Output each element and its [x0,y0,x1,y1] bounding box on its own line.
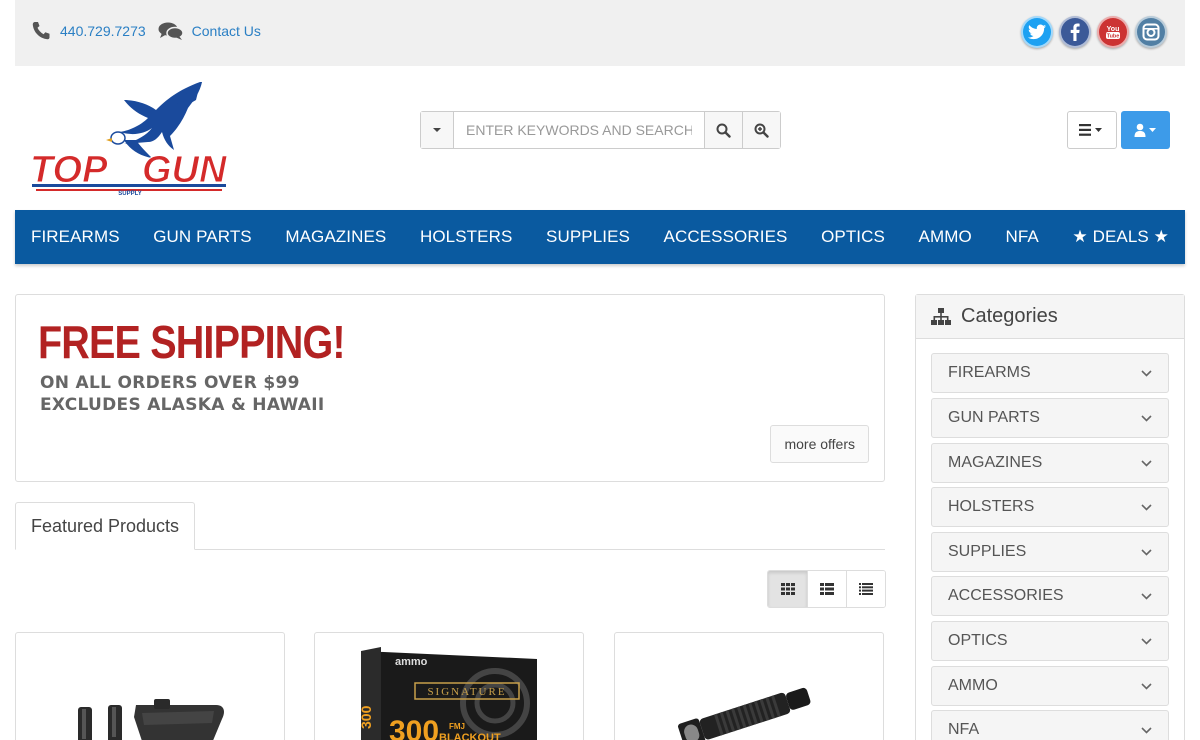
svg-text:Tube: Tube [1107,34,1120,40]
categories-header: Categories [916,295,1184,339]
user-icon [1134,123,1156,137]
contact-us-link[interactable]: Contact Us [192,23,261,39]
nav-optics[interactable]: OPTICS [821,227,885,247]
youtube-icon[interactable]: You Tube [1097,16,1129,48]
social-links: You Tube [1021,16,1167,48]
search-input[interactable] [454,112,704,148]
phone-link[interactable]: 440.729.7273 [60,23,146,39]
compact-list-button[interactable] [846,571,885,607]
flashlight-product-image [678,687,811,740]
free-shipping-banner[interactable]: FREE SHIPPING! ON ALL ORDERS OVER $99 EX… [15,294,885,482]
main-navigation: FIREARMS GUN PARTS MAGAZINES HOLSTERS SU… [15,210,1185,264]
category-label: AMMO [948,677,998,694]
banner-headline: FREE SHIPPING! [38,316,346,368]
hamburger-icon [1079,124,1102,136]
category-firearms[interactable]: FIREARMS [931,353,1169,393]
list-view-button[interactable] [807,571,846,607]
chevron-down-icon [1141,414,1152,422]
grid-view-button[interactable] [768,571,807,607]
twitter-icon[interactable] [1021,16,1053,48]
category-label: MAGAZINES [948,454,1043,471]
category-ammo[interactable]: AMMO [931,666,1169,706]
category-holsters[interactable]: HOLSTERS [931,487,1169,527]
category-supplies[interactable]: SUPPLIES [931,532,1169,572]
category-gun-parts[interactable]: GUN PARTS [931,398,1169,438]
sitemap-icon [931,307,951,325]
category-label: NFA [948,721,980,738]
category-label: SUPPLIES [948,543,1027,560]
view-toggle [767,570,886,608]
chevron-down-icon [1141,459,1152,467]
category-nfa[interactable]: NFA [931,710,1169,740]
product-card-holster[interactable] [15,632,285,740]
svg-text:ammo: ammo [395,656,428,668]
nav-accessories[interactable]: ACCESSORIES [664,227,788,247]
tab-featured-products[interactable]: Featured Products [15,502,195,550]
svg-text:You: You [1107,26,1120,33]
nav-firearms[interactable]: FIREARMS [31,227,120,247]
svg-text:300: 300 [389,715,439,740]
zoom-in-icon [754,123,769,138]
chevron-down-icon [1141,548,1152,556]
facebook-icon[interactable] [1059,16,1091,48]
compact-list-icon [859,583,873,595]
category-label: HOLSTERS [948,498,1035,515]
category-label: ACCESSORIES [948,587,1064,604]
category-label: FIREARMS [948,364,1031,381]
svg-text:SIGNATURE: SIGNATURE [427,686,506,698]
list-icon [820,583,834,595]
nav-ammo[interactable]: AMMO [919,227,972,247]
advanced-search-button[interactable] [742,112,780,148]
search-bar [420,111,781,149]
product-tabs: Featured Products [15,502,885,550]
contact-info: 440.729.7273 Contact Us [30,20,261,42]
product-card-ammo[interactable]: ammo SIGNATURE 300 FMJ BLACKOUT 300 [314,632,584,740]
banner-line-2: EXCLUDES ALASKA & HAWAII [40,395,325,415]
nav-gun-parts[interactable]: GUN PARTS [153,227,252,247]
category-magazines[interactable]: MAGAZINES [931,443,1169,483]
nav-supplies[interactable]: SUPPLIES [546,227,630,247]
phone-icon [30,20,52,42]
svg-text:BLACKOUT: BLACKOUT [439,732,501,740]
chevron-down-icon [1141,682,1152,690]
nav-magazines[interactable]: MAGAZINES [285,227,386,247]
caret-down-icon [433,128,441,132]
product-card-flashlight[interactable] [614,632,884,740]
chevron-down-icon [1141,503,1152,511]
nav-nfa[interactable]: NFA [1005,227,1038,247]
chevron-down-icon [1141,726,1152,734]
category-optics[interactable]: OPTICS [931,621,1169,661]
instagram-icon[interactable] [1135,16,1167,48]
chevron-down-icon [1141,592,1152,600]
search-category-dropdown[interactable] [421,112,454,148]
svg-text:SUPPLY: SUPPLY [118,191,141,197]
chat-icon [158,20,184,42]
grid-icon [780,583,795,595]
menu-dropdown-button[interactable] [1067,111,1117,149]
search-button[interactable] [704,112,742,148]
search-icon [716,123,731,138]
top-gun-logo[interactable]: TOP GUN SUPPLY [28,78,233,198]
svg-text:FMJ: FMJ [449,722,465,731]
category-label: OPTICS [948,632,1008,649]
categories-title: Categories [961,305,1058,327]
category-label: GUN PARTS [948,409,1040,426]
chevron-down-icon [1141,369,1152,377]
categories-sidebar: Categories FIREARMS GUN PARTS MAGAZINES … [915,294,1185,740]
user-account-button[interactable] [1121,111,1170,149]
svg-text:300: 300 [358,705,374,729]
nav-holsters[interactable]: HOLSTERS [420,227,512,247]
ammo-box-image: ammo SIGNATURE 300 FMJ BLACKOUT 300 [358,647,537,740]
top-bar: 440.729.7273 Contact Us You Tube [15,0,1185,66]
more-offers-button[interactable]: more offers [770,425,869,463]
nav-deals[interactable]: ★ DEALS ★ [1072,227,1169,247]
chevron-down-icon [1141,637,1152,645]
category-accessories[interactable]: ACCESSORIES [931,576,1169,616]
banner-line-1: ON ALL ORDERS OVER $99 [40,373,300,393]
holster-product-image [78,699,224,740]
